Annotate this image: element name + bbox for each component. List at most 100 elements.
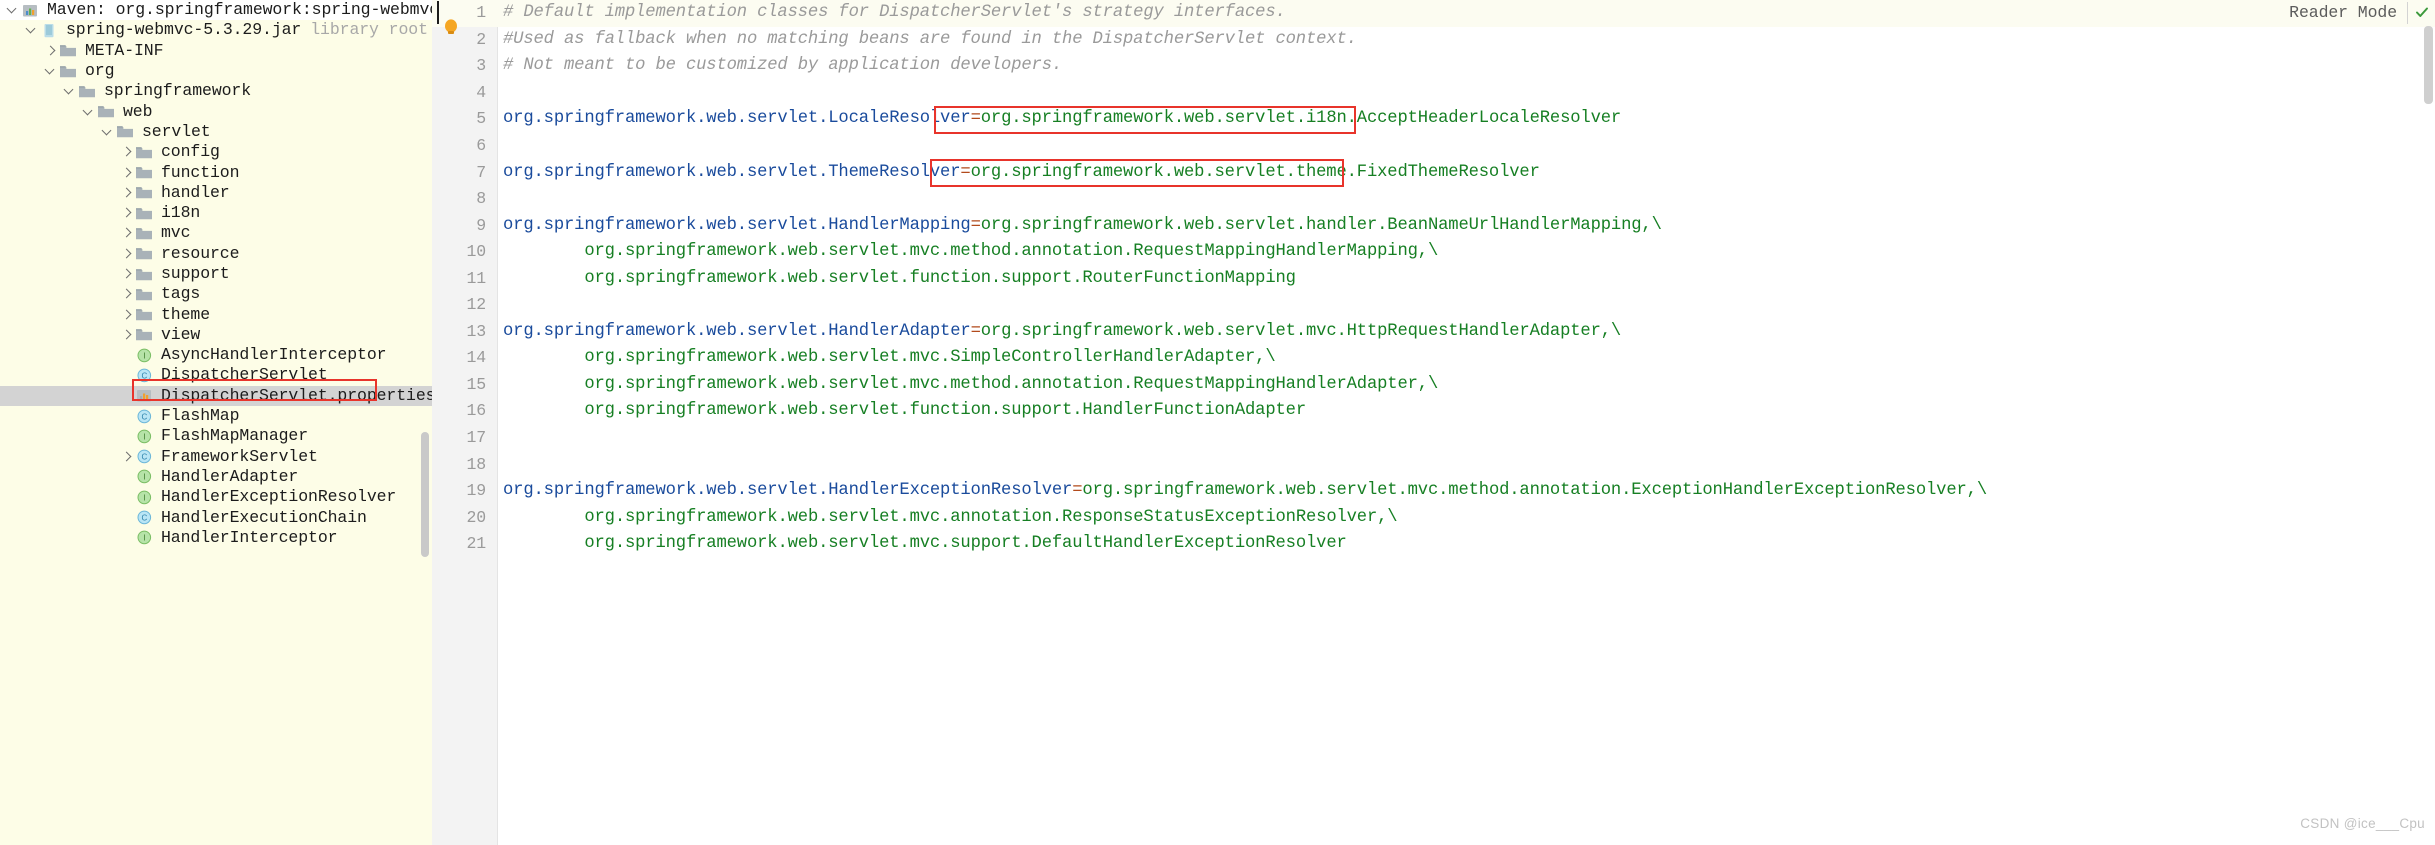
tree-item-flashmapmanager[interactable]: I FlashMapManager [0,426,432,446]
tree-item-sublabel: library root [310,20,428,40]
folder-icon [135,225,156,242]
interface-icon: I [135,529,156,546]
chevron-right-icon[interactable] [120,305,135,325]
chevron-right-icon[interactable] [44,41,59,61]
tree-item-mvc[interactable]: mvc [0,223,432,243]
tree-item-handlerinterceptor[interactable]: I HandlerInterceptor [0,528,432,548]
code-line[interactable]: 9 org.springframework.web.servlet.Handler… [432,212,2435,239]
folder-icon [59,42,80,59]
code-line[interactable]: 16 org.springframework.web.servlet.funct… [432,398,2435,425]
line-number: 2 [476,29,486,49]
code-line[interactable]: 1 # Default implementation classes for Di… [432,0,2435,27]
line-number: 8 [476,189,486,209]
tree-item-servlet[interactable]: servlet [0,122,432,142]
lightbulb-intention-icon[interactable] [443,19,459,36]
tree-item-maven-org-springframework-spring-webmvc-5-3-29[interactable]: Maven: org.springframework:spring-webmvc… [0,0,432,21]
chevron-right-icon[interactable] [120,325,135,345]
chevron-down-icon[interactable] [44,61,59,81]
tree-item-handlerexecutionchain[interactable]: C HandlerExecutionChain [0,507,432,527]
line-number: 14 [466,348,486,368]
code-line[interactable]: 11 org.springframework.web.servlet.funct… [432,265,2435,292]
project-tree-panel[interactable]: Maven: org.springframework:spring-webmvc… [0,0,432,845]
chevron-down-icon[interactable] [63,81,78,101]
code-content-area[interactable]: 1 # Default implementation classes for Di… [432,0,2435,845]
code-line-text: org.springframework.web.servlet.HandlerM… [498,213,2435,239]
code-line-text: org.springframework.web.servlet.LocaleRe… [498,106,2435,132]
tree-item-springframework[interactable]: springframework [0,81,432,101]
code-line[interactable]: 12 [432,292,2435,319]
tree-item-label: function [161,162,240,182]
code-line[interactable]: 13 org.springframework.web.servlet.Handle… [432,319,2435,346]
tree-item-tags[interactable]: tags [0,284,432,304]
tree-item-dispatcherservlet[interactable]: C DispatcherServlet [0,365,432,385]
chevron-right-icon[interactable] [120,142,135,162]
chevron-down-icon[interactable] [82,102,97,122]
folder-icon [97,103,118,120]
code-token: org.springframework.web.servlet.mvc.anno… [503,507,1398,527]
chevron-right-icon[interactable] [120,203,135,223]
chevron-down-icon[interactable] [25,20,40,40]
code-line[interactable]: 4 [432,80,2435,107]
tree-item-spring-webmvc-5-3-29-jar[interactable]: spring-webmvc-5.3.29.jar library root [0,20,432,40]
tree-item-handleradapter[interactable]: I HandlerAdapter [0,467,432,487]
chevron-down-icon[interactable] [6,0,21,20]
tree-item-config[interactable]: config [0,142,432,162]
tree-item-web[interactable]: web [0,101,432,121]
code-line[interactable]: 2 #Used as fallback when no matching bean… [432,27,2435,54]
chevron-right-icon[interactable] [120,264,135,284]
editor-vertical-scrollbar[interactable] [2424,26,2433,104]
folder-icon [135,266,156,283]
code-line[interactable]: 20 org.springframework.web.servlet.mvc.a… [432,504,2435,531]
code-line[interactable]: 17 [432,425,2435,452]
chevron-right-icon[interactable] [120,284,135,304]
tree-item-dispatcherservlet-properties[interactable]: DispatcherServlet.properties [0,385,432,406]
code-line-text: org.springframework.web.servlet.mvc.meth… [498,372,2435,398]
tree-item-meta-inf[interactable]: META-INF [0,41,432,61]
code-line[interactable]: 18 [432,451,2435,478]
tree-item-resource[interactable]: resource [0,244,432,264]
code-line[interactable]: 8 [432,186,2435,213]
tree-item-view[interactable]: view [0,325,432,345]
tree-item-function[interactable]: function [0,162,432,182]
chevron-right-icon[interactable] [120,244,135,264]
tree-item-org[interactable]: org [0,61,432,81]
chevron-down-icon[interactable] [101,122,116,142]
project-tree-list[interactable]: Maven: org.springframework:spring-webmvc… [0,0,432,548]
tree-vertical-scrollbar[interactable] [421,432,429,557]
code-line[interactable]: 3 # Not meant to be customized by applica… [432,53,2435,80]
tree-item-label: DispatcherServlet.properties [161,385,432,405]
code-line[interactable]: 10 org.springframework.web.servlet.mvc.m… [432,239,2435,266]
interface-icon: I [135,347,156,364]
code-token: org.springframework.web.servlet.mvc.meth… [503,374,1439,394]
code-line-text: org.springframework.web.servlet.function… [498,266,2435,292]
tree-item-theme[interactable]: theme [0,304,432,324]
code-line[interactable]: 6 [432,133,2435,160]
folder-icon [59,63,80,80]
tree-item-asynchandlerinterceptor[interactable]: I AsyncHandlerInterceptor [0,345,432,365]
reader-mode-label[interactable]: Reader Mode [2289,3,2397,22]
inspection-ok-icon[interactable] [2414,4,2430,20]
code-line[interactable]: 15 org.springframework.web.servlet.mvc.m… [432,372,2435,399]
code-editor-panel[interactable]: 1 # Default implementation classes for Di… [432,0,2435,845]
code-line[interactable]: 7 org.springframework.web.servlet.ThemeRe… [432,159,2435,186]
code-line[interactable]: 14 org.springframework.web.servlet.mvc.S… [432,345,2435,372]
tree-item-i18n[interactable]: i18n [0,203,432,223]
tree-item-handlerexceptionresolver[interactable]: I HandlerExceptionResolver [0,487,432,507]
chevron-right-icon[interactable] [120,183,135,203]
tree-item-label: FrameworkServlet [161,446,318,466]
tree-item-handler[interactable]: handler [0,183,432,203]
code-line[interactable]: 21 org.springframework.web.servlet.mvc.s… [432,531,2435,558]
code-line[interactable]: 19 org.springframework.web.servlet.Handle… [432,478,2435,505]
interface-icon: I [135,468,156,485]
code-token: = [970,321,981,341]
tree-item-frameworkservlet[interactable]: C FrameworkServlet [0,447,432,467]
chevron-right-icon[interactable] [120,447,135,467]
tree-item-flashmap[interactable]: C FlashMap [0,406,432,426]
tree-item-support[interactable]: support [0,264,432,284]
chevron-right-icon[interactable] [120,223,135,243]
code-token: # Not meant to be customized by applicat… [503,56,1063,76]
code-token: org.springframework.web.servlet.mvc.supp… [503,534,1347,554]
chevron-right-icon[interactable] [120,163,135,183]
code-line[interactable]: 5 org.springframework.web.servlet.LocaleR… [432,106,2435,133]
